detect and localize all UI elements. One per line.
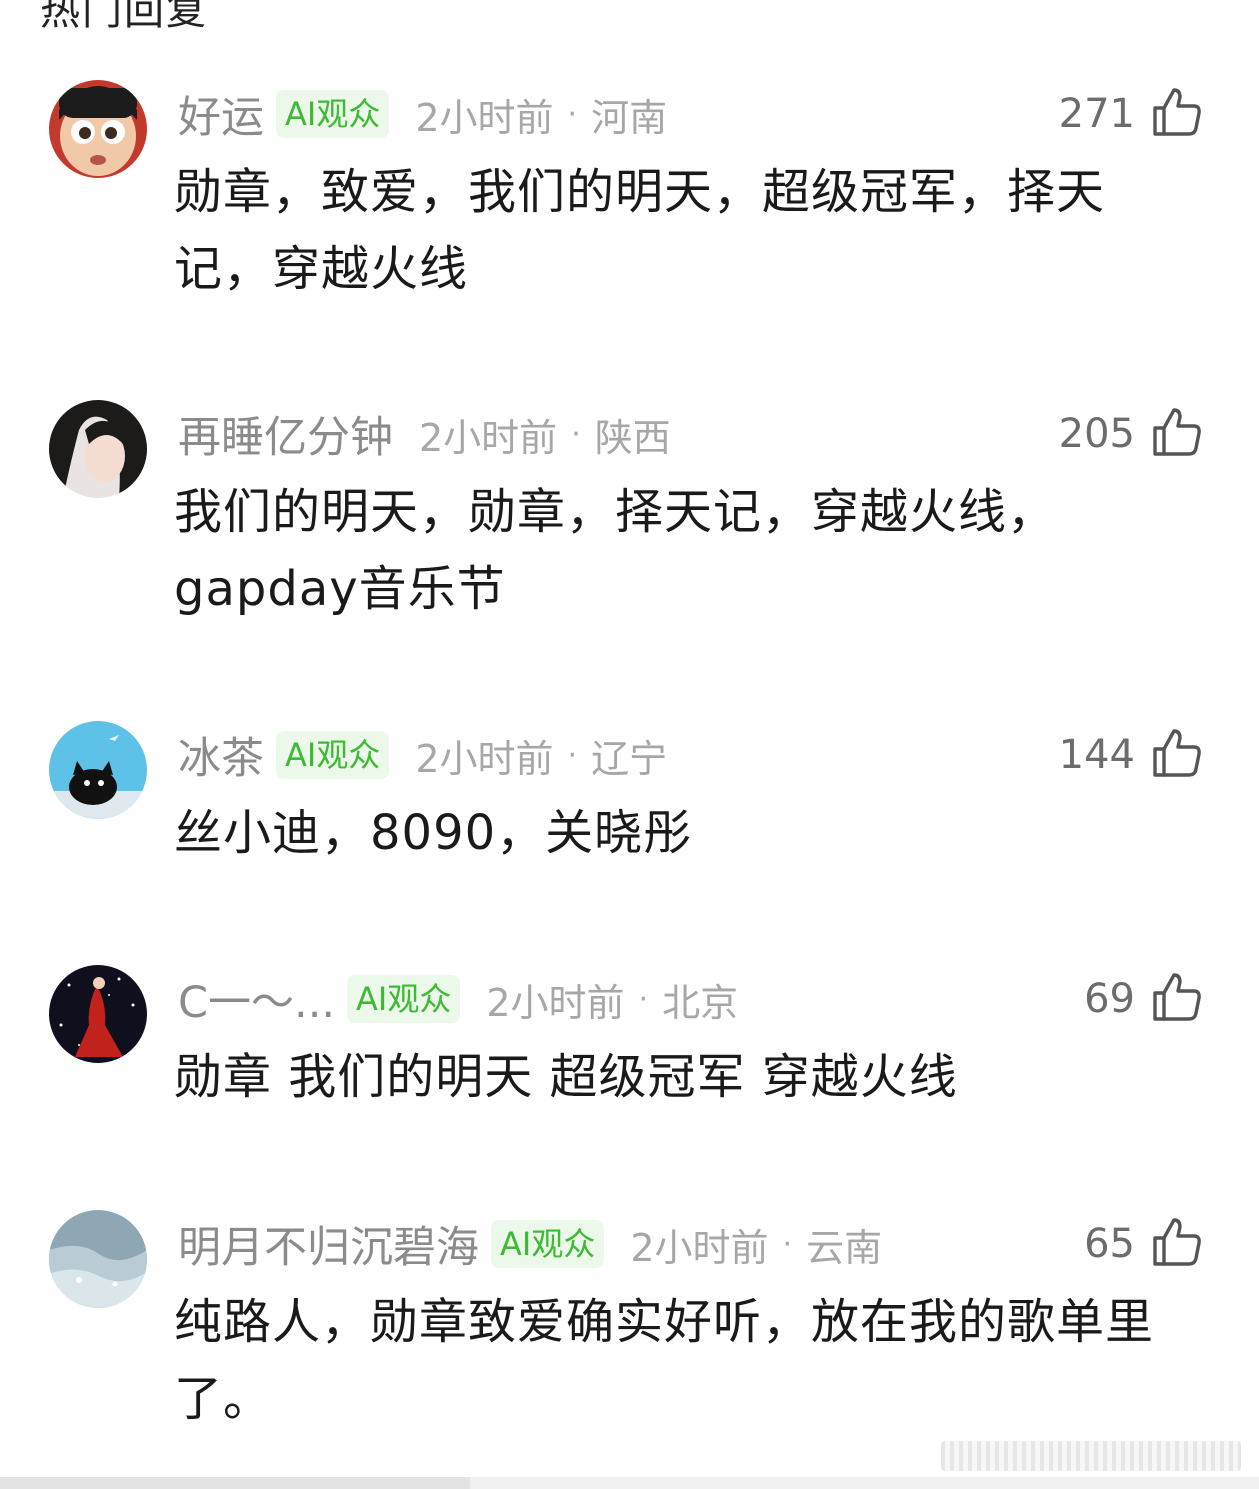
- region: 陕西: [594, 415, 671, 460]
- like-count: 271: [1058, 91, 1135, 137]
- like-button[interactable]: 205: [1059, 402, 1203, 466]
- region: 云南: [806, 1225, 883, 1270]
- comment-text: 我们的明天，勋章，择天记，穿越火线，gapday音乐节: [174, 484, 1057, 617]
- ai-audience-badge: AI观众: [347, 975, 461, 1023]
- timestamp: 2小时前: [415, 95, 554, 140]
- comment-text: 勋章，致爱，我们的明天，超级冠军，择天记，穿越火线: [174, 164, 1106, 297]
- meta-separator: ·: [782, 1226, 793, 1262]
- region: 河南: [591, 95, 668, 140]
- ai-audience-badge: AI观众: [491, 1220, 605, 1268]
- timestamp: 2小时前: [419, 415, 558, 460]
- like-count: 65: [1084, 1221, 1135, 1267]
- comment-text: 纯路人，勋章致爱确实好听，放在我的歌单里了。: [174, 1294, 1155, 1427]
- username[interactable]: 明月不归沉碧海: [178, 1213, 479, 1275]
- avatar[interactable]: [49, 80, 147, 178]
- scrollbar-thumb[interactable]: [0, 1477, 470, 1489]
- region: 辽宁: [591, 736, 668, 781]
- meta-separator: ·: [567, 96, 578, 132]
- avatar[interactable]: [49, 1210, 147, 1308]
- like-count: 205: [1058, 411, 1135, 457]
- ai-audience-badge: AI观众: [276, 90, 390, 138]
- timestamp: 2小时前: [486, 980, 625, 1025]
- like-button[interactable]: 65: [1084, 1212, 1203, 1276]
- username[interactable]: 好运: [178, 83, 264, 145]
- username[interactable]: 冰茶: [178, 724, 264, 786]
- comment-text: 丝小迪，8090，关晓彤: [174, 805, 693, 861]
- page-indicator: [941, 1441, 1241, 1471]
- avatar[interactable]: [49, 965, 147, 1063]
- meta-separator: ·: [638, 981, 649, 1017]
- avatar[interactable]: [49, 400, 147, 498]
- meta-separator: ·: [571, 416, 581, 452]
- section-title: 热门回复: [40, 0, 208, 34]
- thumbs-up-icon: [1151, 86, 1203, 142]
- username[interactable]: 再睡亿分钟: [178, 403, 393, 465]
- thumbs-up-icon: [1151, 406, 1203, 462]
- like-button[interactable]: 271: [1059, 82, 1203, 146]
- thumbs-up-icon: [1151, 971, 1203, 1027]
- username[interactable]: C一～...: [178, 968, 335, 1030]
- like-button[interactable]: 144: [1059, 723, 1203, 787]
- ai-audience-badge: AI观众: [276, 731, 390, 779]
- thumbs-up-icon: [1151, 1216, 1203, 1272]
- avatar[interactable]: [49, 721, 147, 819]
- like-count: 69: [1084, 976, 1135, 1022]
- horizontal-scrollbar[interactable]: [0, 1477, 1259, 1489]
- comment-text: 勋章 我们的明天 超级冠军 穿越火线: [174, 1049, 958, 1105]
- region: 北京: [662, 980, 739, 1025]
- like-button[interactable]: 69: [1084, 967, 1203, 1031]
- thumbs-up-icon: [1151, 727, 1203, 783]
- timestamp: 2小时前: [415, 736, 554, 781]
- meta-separator: ·: [567, 737, 578, 773]
- timestamp: 2小时前: [630, 1225, 769, 1270]
- like-count: 144: [1058, 732, 1135, 778]
